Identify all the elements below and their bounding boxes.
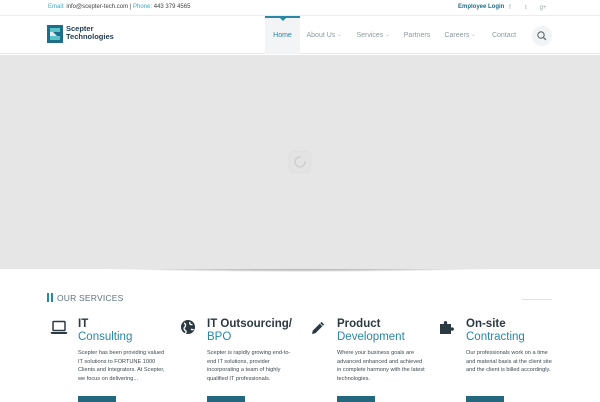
nav-about-label: About Us xyxy=(306,31,336,39)
pencil-icon xyxy=(312,321,325,334)
service-title: On-site xyxy=(466,318,506,330)
service-description: Where your business goals are advanced e… xyxy=(337,350,425,382)
section-marker xyxy=(47,293,49,302)
service-title: IT Outsourcing/ xyxy=(207,318,292,330)
loading-spinner xyxy=(290,152,310,172)
phone-label: Phone: xyxy=(133,4,153,10)
read-more-button[interactable] xyxy=(207,396,245,402)
nav-partners-label: Partners xyxy=(403,31,431,39)
loading-icon xyxy=(294,156,306,168)
brand-line2: Technologies xyxy=(66,32,114,41)
read-more-button[interactable] xyxy=(337,396,375,402)
search-icon xyxy=(537,31,547,41)
nav-services[interactable]: Services ⌄ xyxy=(351,16,395,54)
google-plus-icon[interactable]: g+ xyxy=(538,3,548,13)
puzzle-icon xyxy=(440,321,454,334)
chevron-down-icon: ⌄ xyxy=(385,32,390,38)
chevron-down-icon: ⌄ xyxy=(337,32,342,38)
section-title: OUR SERVICES xyxy=(57,293,124,303)
phone-number: 443 379 4565 xyxy=(153,4,191,10)
email-link[interactable]: info@scepter-tech.com xyxy=(66,4,128,10)
nav-home-label: Home xyxy=(273,31,292,39)
contact-info: Email: info@scepter-tech.com | Phone: 44… xyxy=(48,4,190,10)
service-description: Our professionals work on a time and mat… xyxy=(466,350,552,373)
nav-careers[interactable]: Careers ⌄ xyxy=(440,16,480,54)
hero-shadow xyxy=(0,269,600,285)
chevron-down-icon: ⌄ xyxy=(471,32,476,38)
service-subtitle: BPO xyxy=(207,331,232,343)
service-subtitle: Contracting xyxy=(466,331,525,343)
facebook-icon[interactable]: f xyxy=(505,3,515,13)
nav-contact-label: Contact xyxy=(491,31,517,39)
nav-home[interactable]: Home xyxy=(265,16,300,54)
service-description: Scepter has been providing valued IT sol… xyxy=(78,350,165,382)
main-header: Scepter Technologies Home About Us ⌄ Ser… xyxy=(0,16,600,54)
service-title: Product xyxy=(337,318,381,330)
section-divider xyxy=(522,299,552,300)
nav-partners[interactable]: Partners xyxy=(399,16,435,54)
email-label: Email: xyxy=(48,4,65,10)
nav-contact[interactable]: Contact xyxy=(486,16,522,54)
nav-about-us[interactable]: About Us ⌄ xyxy=(302,16,346,54)
employee-login-link[interactable]: Employee Login xyxy=(458,4,504,10)
laptop-icon xyxy=(50,320,68,334)
nav-careers-label: Careers xyxy=(444,31,470,39)
service-subtitle: Consulting xyxy=(78,331,133,343)
service-subtitle: Development xyxy=(337,331,405,343)
read-more-button[interactable] xyxy=(78,396,116,402)
top-bar: Email: info@scepter-tech.com | Phone: 44… xyxy=(0,0,600,16)
nav-services-label: Services xyxy=(356,31,384,39)
globe-icon xyxy=(181,320,195,334)
read-more-button[interactable] xyxy=(466,396,504,402)
contact-separator: | xyxy=(129,4,132,10)
service-title: IT xyxy=(78,318,89,330)
search-button[interactable] xyxy=(532,26,552,46)
twitter-icon[interactable]: t xyxy=(521,3,531,13)
service-description: Scepter is rapidly growing end-to-end IT… xyxy=(207,350,291,382)
scepter-logo-icon[interactable] xyxy=(47,25,63,43)
brand-name[interactable]: Scepter Technologies xyxy=(66,25,114,41)
section-marker xyxy=(51,293,53,302)
